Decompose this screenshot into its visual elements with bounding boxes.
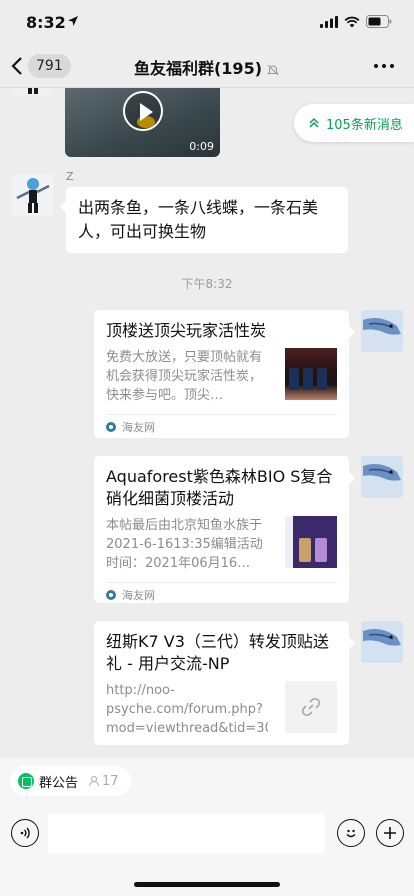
chat-title-text: 鱼友福利群(195) xyxy=(133,59,263,78)
notice-icon xyxy=(18,773,34,789)
home-indicator xyxy=(134,882,280,887)
card-source-label: 海友网 xyxy=(122,420,155,434)
card-description: 本帖最后由北京知鱼水族于2021-6-1613:35编辑活动时间：2021年06… xyxy=(106,518,263,571)
fish-avatar-image xyxy=(361,456,403,498)
card-title: Aquaforest紫色森林BIO S复合硝化细菌顶楼活动 xyxy=(106,467,333,508)
notice-label: 群公告 xyxy=(39,775,79,791)
group-notice-chip[interactable]: 群公告 17 xyxy=(10,766,131,796)
message-text: 出两条鱼，一条八线蝶，一条石美人，可出可换生物 xyxy=(78,198,319,241)
voice-icon xyxy=(20,827,30,839)
card-title: 顶楼送顶尖玩家活性炭 xyxy=(106,321,267,340)
notice-count-value: 17 xyxy=(102,773,119,789)
voice-button[interactable] xyxy=(11,819,39,847)
site-logo-icon xyxy=(106,421,116,432)
avatar[interactable] xyxy=(361,310,403,352)
plus-button[interactable] xyxy=(376,819,404,847)
card-source-label: 海友网 xyxy=(122,588,155,602)
card-title: 纽斯K7 V3（三代）转发顶贴送礼 - 用户交流-NP xyxy=(106,632,329,673)
card-body: 本帖最后由北京知鱼水族于2021-6-1613:35编辑活动时间：2021年06… xyxy=(106,516,337,573)
battery-icon xyxy=(366,15,392,28)
fish-avatar-image xyxy=(361,310,403,352)
status-indicators xyxy=(320,15,392,28)
user-avatar-image xyxy=(12,174,54,216)
status-bar: 8:32 xyxy=(0,0,414,44)
new-messages-pill[interactable]: 105条新消息 xyxy=(294,104,414,142)
card-thumbnail xyxy=(285,516,337,568)
card-source: 海友网 xyxy=(106,582,337,606)
avatar[interactable] xyxy=(361,456,403,498)
bottom-area: 群公告 17 xyxy=(0,758,414,896)
link-card[interactable]: 顶楼送顶尖玩家活性炭 免费大放送，只要顶帖就有机会获得顶尖玩家活性炭，快来参与吧… xyxy=(94,310,355,438)
chat-area[interactable]: 0:09 105条新消息 Z 出两条鱼，一条八线蝶，一条石美人，可出可换生物 下… xyxy=(0,88,414,758)
time-divider: 下午8:32 xyxy=(181,277,233,291)
card-body: http://noo-psyche.com/forum.php?mod=view… xyxy=(106,681,337,738)
card-description: http://noo-psyche.com/forum.php?mod=view… xyxy=(106,683,268,736)
chat-title: 鱼友福利群(195) xyxy=(0,55,414,79)
emoji-icon xyxy=(346,829,356,838)
double-chevron-up-icon xyxy=(309,117,319,128)
emoji-button[interactable] xyxy=(337,819,365,847)
status-time: 8:32 xyxy=(26,13,66,32)
site-logo-icon xyxy=(106,589,116,600)
video-message[interactable]: 0:09 xyxy=(65,88,220,157)
location-arrow-icon xyxy=(68,16,78,26)
sender-name: Z xyxy=(66,170,74,183)
avatar[interactable] xyxy=(12,174,54,216)
card-description: 免费大放送，只要顶帖就有机会获得顶尖玩家活性炭，快来参与吧。顶尖… xyxy=(106,350,263,403)
wifi-icon xyxy=(344,16,360,27)
mute-bell-icon xyxy=(267,64,279,75)
more-icon-dot xyxy=(382,64,386,68)
card-thumbnail xyxy=(285,681,337,733)
notice-count: 17 xyxy=(88,774,119,789)
avatar[interactable] xyxy=(12,88,54,96)
video-duration: 0:09 xyxy=(189,140,214,153)
more-button[interactable] xyxy=(374,56,398,76)
new-messages-text: 105条新消息 xyxy=(326,117,403,133)
link-icon xyxy=(301,697,321,717)
more-icon xyxy=(374,64,378,68)
card-thumbnail xyxy=(285,348,337,400)
avatar[interactable] xyxy=(361,621,403,663)
card-source: 海友网 xyxy=(106,414,337,438)
text-message-bubble[interactable]: 出两条鱼，一条八线蝶，一条石美人，可出可换生物 xyxy=(60,187,348,253)
more-icon-dot xyxy=(390,64,394,68)
user-avatar-image xyxy=(28,88,38,94)
person-icon xyxy=(89,776,100,787)
card-body: 免费大放送，只要顶帖就有机会获得顶尖玩家活性炭，快来参与吧。顶尖… xyxy=(106,348,337,405)
signal-icon xyxy=(320,15,338,28)
input-bar xyxy=(0,806,414,862)
link-card[interactable]: 纽斯K7 V3（三代）转发顶贴送礼 - 用户交流-NP http://noo-p… xyxy=(94,621,355,745)
link-card[interactable]: Aquaforest紫色森林BIO S复合硝化细菌顶楼活动 本帖最后由北京知鱼水… xyxy=(94,456,355,606)
message-input[interactable] xyxy=(48,814,325,854)
fish-avatar-image xyxy=(361,621,403,663)
plus-icon xyxy=(384,827,396,839)
play-icon[interactable] xyxy=(123,91,163,131)
nav-bar: 791 鱼友福利群(195) xyxy=(0,44,414,88)
